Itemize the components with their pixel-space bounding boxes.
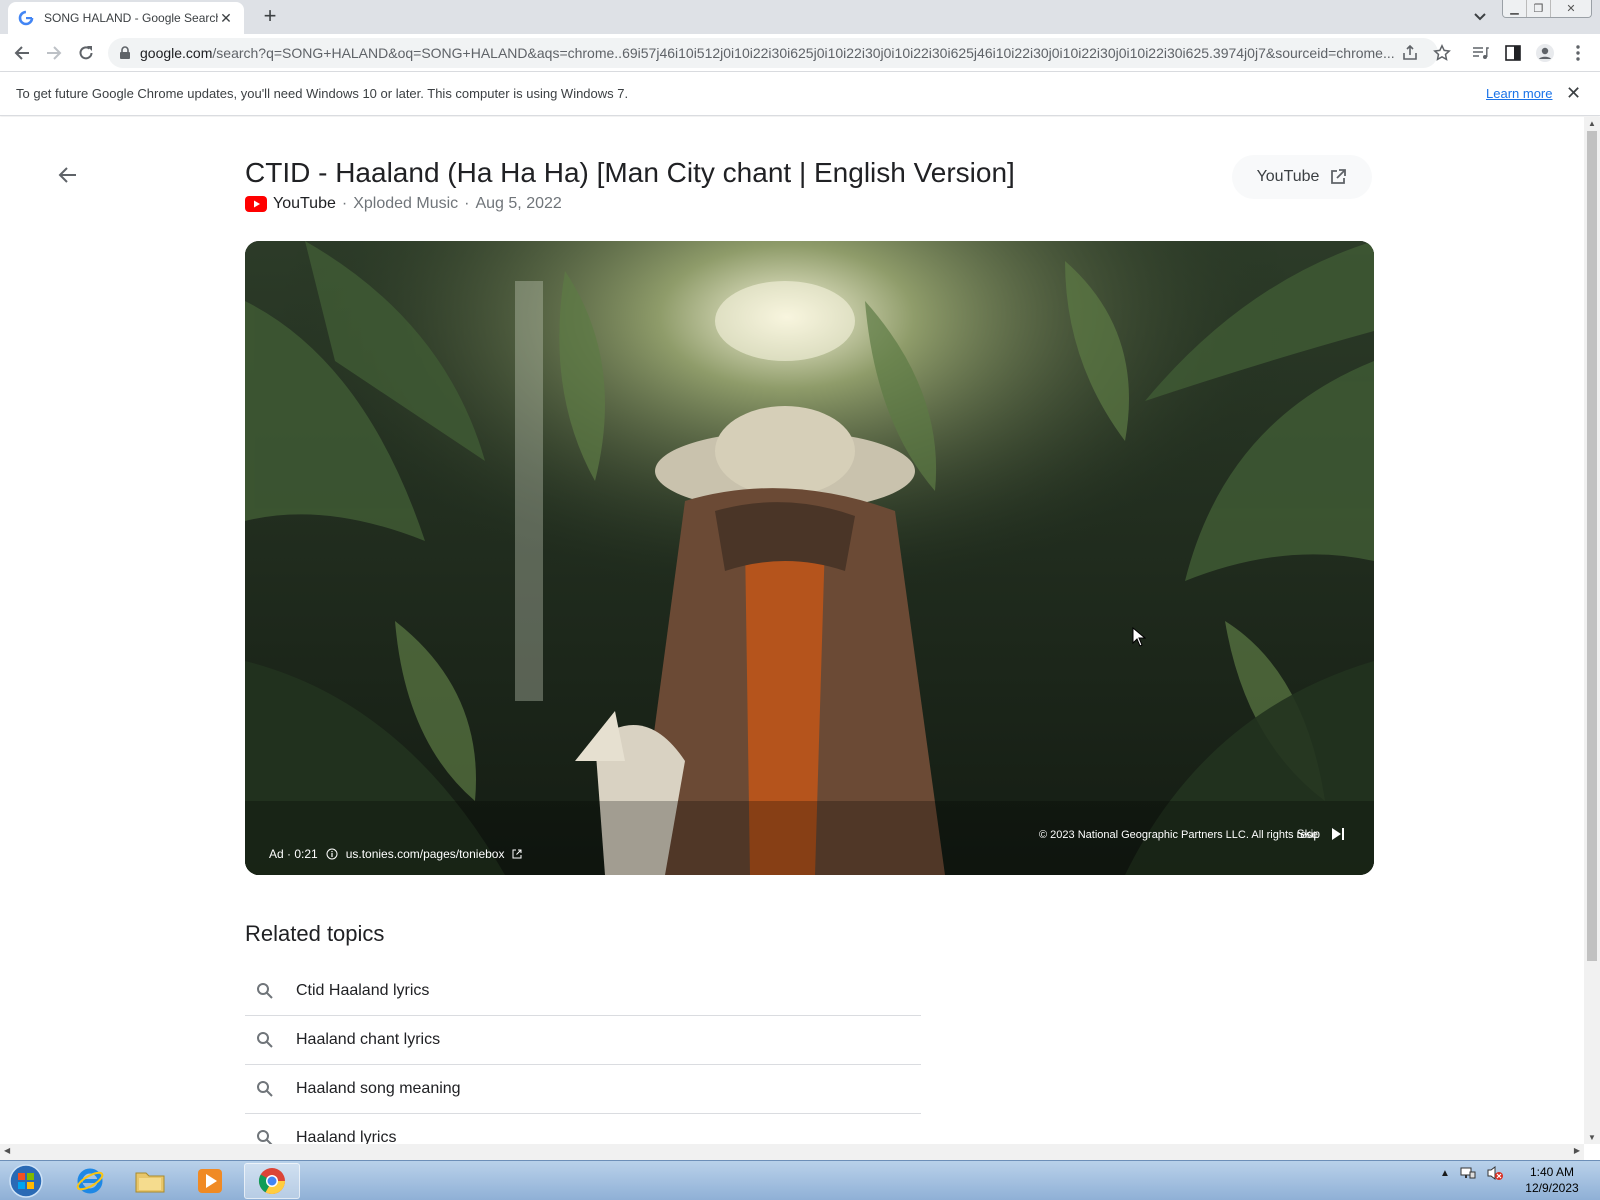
search-icon bbox=[257, 1032, 273, 1048]
media-player-icon[interactable] bbox=[182, 1163, 238, 1199]
ad-label: Ad · 0:21 bbox=[269, 847, 318, 861]
vertical-scrollbar[interactable]: ▲ ▼ bbox=[1584, 117, 1600, 1144]
url-text: google.com/search?q=SONG+HALAND&oq=SONG+… bbox=[140, 45, 1428, 61]
internet-explorer-icon[interactable] bbox=[62, 1163, 118, 1199]
tab-title: SONG HALAND - Google Search bbox=[44, 11, 218, 25]
skip-ad-button[interactable]: Skip bbox=[1297, 827, 1346, 841]
back-button[interactable] bbox=[10, 41, 34, 65]
chrome-taskbar-icon[interactable] bbox=[244, 1163, 300, 1199]
related-topic-item[interactable]: Ctid Haaland lyrics bbox=[245, 967, 921, 1016]
video-player[interactable]: Ad · 0:21 us.tonies.com/pages/toniebox ©… bbox=[245, 241, 1374, 875]
file-explorer-icon[interactable] bbox=[122, 1163, 178, 1199]
skip-label: Skip bbox=[1296, 827, 1320, 841]
video-title[interactable]: CTID - Haaland (Ha Ha Ha) [Man City chan… bbox=[245, 157, 1015, 189]
search-icon bbox=[257, 1081, 273, 1097]
info-icon[interactable] bbox=[326, 848, 338, 860]
meta-separator: · bbox=[464, 195, 470, 212]
related-topic-item[interactable]: Haaland lyrics bbox=[245, 1114, 921, 1144]
reload-icon bbox=[79, 46, 93, 60]
url-path: /search?q=SONG+HALAND&oq=SONG+HALAND&aqs… bbox=[212, 45, 1395, 61]
video-frame-image bbox=[245, 241, 1374, 875]
ad-info: Ad · 0:21 us.tonies.com/pages/toniebox bbox=[269, 847, 522, 861]
start-button-icon[interactable] bbox=[4, 1163, 48, 1199]
related-topic-item[interactable]: Haaland chant lyrics bbox=[245, 1016, 921, 1065]
related-topic-item[interactable]: Haaland song meaning bbox=[245, 1065, 921, 1114]
scroll-up-arrow-icon[interactable]: ▲ bbox=[1588, 119, 1596, 128]
media-controls-icon[interactable] bbox=[1470, 43, 1490, 63]
related-topic-label: Haaland chant lyrics bbox=[296, 1031, 441, 1048]
show-hidden-icons-icon[interactable]: ▲ bbox=[1440, 1168, 1450, 1179]
infobar-message: To get future Google Chrome updates, you… bbox=[16, 86, 629, 101]
window-controls: ▁ ❐ ✕ bbox=[1502, 0, 1592, 18]
volume-muted-icon[interactable] bbox=[1486, 1165, 1504, 1181]
meta-separator: · bbox=[341, 195, 348, 212]
horizontal-scrollbar[interactable]: ◀ ▶ bbox=[0, 1144, 1584, 1160]
reload-button[interactable] bbox=[74, 41, 98, 65]
related-topics-heading: Related topics bbox=[245, 921, 385, 946]
lock-icon bbox=[120, 46, 130, 59]
side-panel-icon[interactable] bbox=[1503, 43, 1523, 63]
learn-more-link[interactable]: Learn more bbox=[1486, 86, 1552, 101]
related-topic-label: Ctid Haaland lyrics bbox=[296, 982, 430, 999]
video-source: YouTube bbox=[273, 195, 336, 212]
related-topics-list: Ctid Haaland lyrics Haaland chant lyrics… bbox=[245, 967, 921, 1144]
related-topic-label: Haaland lyrics bbox=[296, 1129, 397, 1144]
taskbar-clock[interactable]: 1:40 AM 12/9/2023 bbox=[1512, 1164, 1592, 1196]
youtube-logo-icon bbox=[245, 196, 267, 212]
browser-tab[interactable]: SONG HALAND - Google Search ✕ bbox=[8, 2, 244, 34]
restore-button[interactable]: ❐ bbox=[1527, 0, 1551, 17]
google-favicon-icon bbox=[18, 10, 34, 26]
system-tray: ▲ bbox=[1440, 1165, 1504, 1181]
video-channel: Xploded Music bbox=[353, 195, 459, 212]
search-icon bbox=[257, 1130, 273, 1144]
vertical-scroll-thumb[interactable] bbox=[1587, 131, 1597, 961]
tab-strip: SONG HALAND - Google Search ✕ + ▁ ❐ ✕ bbox=[0, 0, 1600, 34]
ad-copyright: © 2023 National Geographic Partners LLC.… bbox=[1039, 829, 1318, 841]
url-host: google.com bbox=[140, 45, 213, 61]
windows-taskbar: ▲ 1:40 AM 12/9/2023 bbox=[0, 1160, 1600, 1200]
open-youtube-button[interactable]: YouTube bbox=[1232, 155, 1372, 199]
minimize-button[interactable]: ▁ bbox=[1503, 0, 1527, 17]
open-youtube-label: YouTube bbox=[1256, 168, 1320, 185]
share-icon[interactable] bbox=[1400, 43, 1420, 63]
back-arrow-icon[interactable] bbox=[56, 163, 80, 187]
video-viewer-page: CTID - Haaland (Ha Ha Ha) [Man City chan… bbox=[0, 117, 1584, 1144]
infobar-close-icon[interactable]: ✕ bbox=[1566, 83, 1581, 104]
profile-avatar-icon[interactable] bbox=[1535, 43, 1555, 63]
browser-toolbar: google.com/search?q=SONG+HALAND&oq=SONG+… bbox=[0, 34, 1600, 72]
skip-next-icon bbox=[1332, 828, 1344, 840]
bookmark-star-icon[interactable] bbox=[1432, 43, 1452, 63]
address-bar[interactable]: google.com/search?q=SONG+HALAND&oq=SONG+… bbox=[108, 38, 1438, 68]
search-icon bbox=[257, 983, 273, 999]
new-tab-button[interactable]: + bbox=[258, 5, 282, 29]
close-window-button[interactable]: ✕ bbox=[1551, 0, 1591, 17]
related-topic-label: Haaland song meaning bbox=[296, 1080, 461, 1097]
forward-arrow-icon bbox=[47, 46, 62, 60]
external-link-icon bbox=[512, 849, 522, 859]
network-icon[interactable] bbox=[1460, 1166, 1476, 1180]
external-link-icon bbox=[1331, 169, 1347, 184]
clock-date: 12/9/2023 bbox=[1525, 1181, 1579, 1195]
menu-kebab-icon[interactable] bbox=[1568, 43, 1588, 63]
video-date: Aug 5, 2022 bbox=[475, 195, 562, 212]
ad-link[interactable]: us.tonies.com/pages/toniebox bbox=[346, 847, 505, 861]
back-arrow-icon bbox=[14, 46, 29, 60]
scroll-left-arrow-icon[interactable]: ◀ bbox=[4, 1146, 10, 1155]
update-infobar: To get future Google Chrome updates, you… bbox=[0, 72, 1600, 116]
tab-search-icon[interactable] bbox=[1470, 8, 1490, 26]
mouse-cursor-icon bbox=[1132, 627, 1146, 647]
clock-time: 1:40 AM bbox=[1529, 1165, 1575, 1179]
close-tab-icon[interactable]: ✕ bbox=[218, 10, 234, 27]
scroll-right-arrow-icon[interactable]: ▶ bbox=[1574, 1146, 1580, 1155]
forward-button[interactable] bbox=[42, 41, 66, 65]
scroll-down-arrow-icon[interactable]: ▼ bbox=[1588, 1133, 1596, 1142]
video-meta: YouTube · Xploded Music · Aug 5, 2022 bbox=[245, 195, 562, 213]
